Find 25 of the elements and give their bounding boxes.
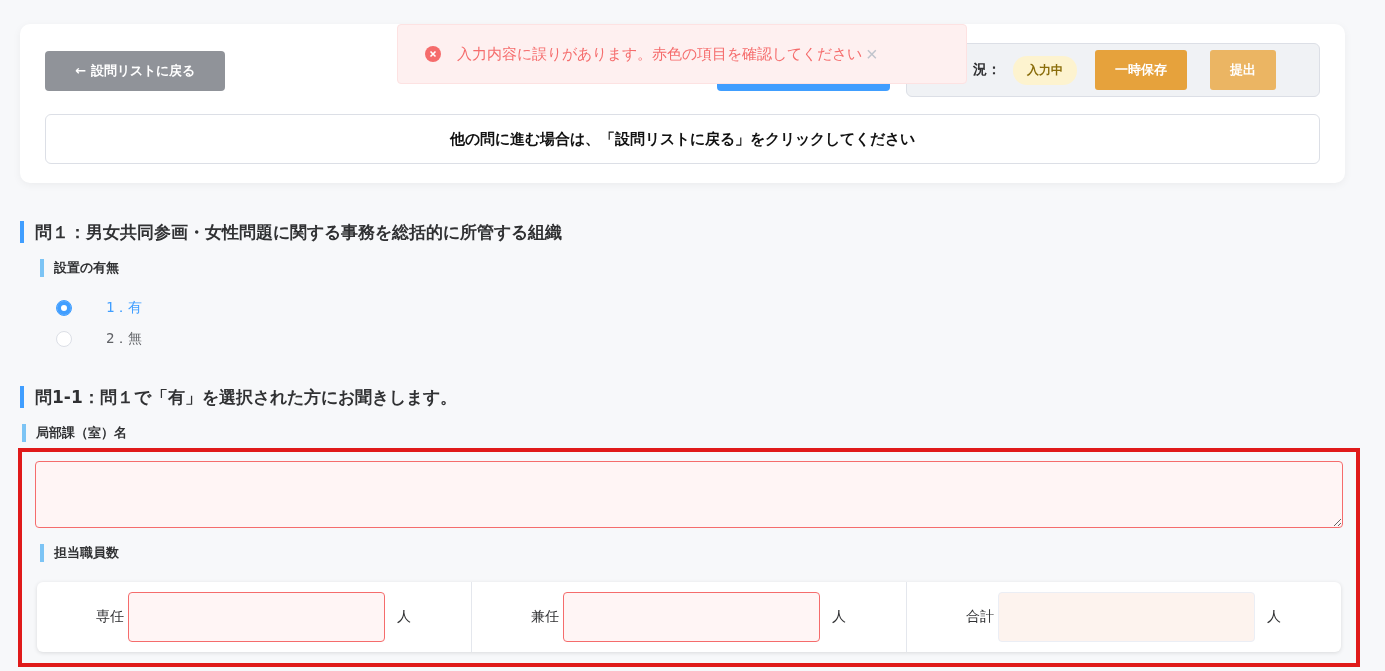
unit-label: 人	[397, 608, 411, 626]
unit-label: 人	[832, 608, 846, 626]
question-title: 問1-1：問１で「有」を選択された方にお聞きします。	[20, 386, 1370, 408]
number-input[interactable]	[563, 592, 820, 642]
number-input[interactable]	[128, 592, 385, 642]
unit-label: 人	[1267, 608, 1281, 626]
radio-label: 2．無	[106, 330, 143, 348]
cell-label: 兼任	[531, 608, 559, 626]
save-draft-button[interactable]: 一時保存	[1095, 50, 1187, 90]
back-button[interactable]: ← 設問リストに戻る	[45, 51, 225, 91]
cell-label: 合計	[966, 608, 994, 626]
notice-banner: 他の問に進む場合は、「設問リストに戻る」をクリックしてください	[45, 114, 1320, 164]
error-icon	[425, 46, 441, 62]
status-badge: 入力中	[1013, 55, 1077, 85]
status-label: 況：	[973, 61, 1001, 79]
question-title: 問１：男女共同参画・女性問題に関する事務を総括的に所管する組織	[20, 221, 1370, 243]
radio-button[interactable]	[56, 300, 72, 316]
text-area[interactable]	[35, 461, 1343, 528]
radio-label: 1．有	[106, 299, 143, 317]
field-label: 局部課（室）名	[22, 424, 1370, 442]
close-button[interactable]: ×	[862, 42, 882, 66]
cell-label: 専任	[96, 608, 124, 626]
field-label: 担当職員数	[40, 544, 1343, 562]
toast-message: 入力内容に誤りがあります。赤色の項目を確認してください	[457, 44, 862, 64]
field-label: 設置の有無	[40, 259, 1360, 277]
